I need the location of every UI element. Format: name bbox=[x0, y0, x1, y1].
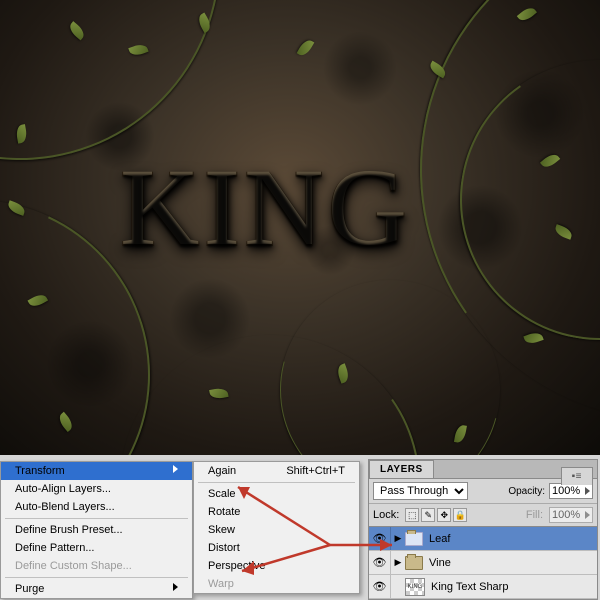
menu-item-scale[interactable]: Scale bbox=[194, 485, 359, 503]
tab-layers[interactable]: LAYERS bbox=[369, 460, 434, 478]
layer-row-leaf[interactable]: 👁 ▶ Leaf bbox=[369, 527, 597, 551]
layer-name: King Text Sharp bbox=[431, 581, 508, 593]
menu-item-distort[interactable]: Distort bbox=[194, 539, 359, 557]
menu-item-define-pattern[interactable]: Define Pattern... bbox=[1, 539, 192, 557]
menu-item-auto-align[interactable]: Auto-Align Layers... bbox=[1, 480, 192, 498]
menu-item-define-shape: Define Custom Shape... bbox=[1, 557, 192, 575]
layer-list: 👁 ▶ Leaf 👁 ▶ Vine 👁 KING King Text Sharp bbox=[369, 526, 597, 599]
submenu-arrow-icon bbox=[173, 465, 178, 473]
menu-item-transform[interactable]: Transform bbox=[1, 462, 192, 480]
submenu-arrow-icon bbox=[173, 583, 178, 591]
lock-all-icon[interactable]: 🔒 bbox=[453, 508, 467, 522]
document-canvas: KING bbox=[0, 0, 600, 455]
stepper-icon bbox=[585, 487, 590, 495]
lock-pixels-icon[interactable]: ✎ bbox=[421, 508, 435, 522]
visibility-toggle[interactable]: 👁 bbox=[369, 551, 391, 574]
lock-transparency-icon[interactable]: ⬚ bbox=[405, 508, 419, 522]
menu-item-auto-blend[interactable]: Auto-Blend Layers... bbox=[1, 498, 192, 516]
layer-name: Vine bbox=[429, 557, 451, 569]
layers-panel: LAYERS ▪≡ Pass Through Opacity: 100% Loc… bbox=[368, 459, 598, 600]
layer-row-vine[interactable]: 👁 ▶ Vine bbox=[369, 551, 597, 575]
folder-icon bbox=[405, 556, 423, 570]
transform-submenu: Again Shift+Ctrl+T Scale Rotate Skew Dist… bbox=[193, 461, 360, 594]
ui-overlay: Transform Auto-Align Layers... Auto-Blen… bbox=[0, 455, 600, 600]
panel-tabs: LAYERS ▪≡ bbox=[369, 460, 597, 478]
fill-input: 100% bbox=[549, 507, 593, 523]
lock-position-icon[interactable]: ✥ bbox=[437, 508, 451, 522]
menu-item-warp: Warp bbox=[194, 575, 359, 593]
king-text: KING bbox=[120, 145, 411, 272]
blend-mode-select[interactable]: Pass Through bbox=[373, 482, 468, 500]
layer-name: Leaf bbox=[429, 533, 450, 545]
menu-item-rotate[interactable]: Rotate bbox=[194, 503, 359, 521]
folder-icon bbox=[405, 532, 423, 546]
disclosure-triangle-icon[interactable]: ▶ bbox=[391, 557, 405, 568]
lock-label: Lock: bbox=[373, 509, 399, 521]
menu-item-again[interactable]: Again Shift+Ctrl+T bbox=[194, 462, 359, 480]
menu-item-skew[interactable]: Skew bbox=[194, 521, 359, 539]
menu-separator bbox=[198, 482, 355, 483]
menu-label: Purge bbox=[15, 583, 44, 595]
menu-label: Transform bbox=[15, 465, 65, 477]
layer-row-king-text[interactable]: 👁 KING King Text Sharp bbox=[369, 575, 597, 599]
panel-menu-icon[interactable]: ▪≡ bbox=[561, 467, 593, 485]
menu-separator bbox=[5, 518, 188, 519]
visibility-toggle[interactable]: 👁 bbox=[369, 575, 391, 598]
layer-thumbnail: KING bbox=[405, 578, 425, 596]
menu-item-perspective[interactable]: Perspective bbox=[194, 557, 359, 575]
menu-item-purge[interactable]: Purge bbox=[1, 580, 192, 598]
menu-shortcut: Shift+Ctrl+T bbox=[286, 465, 345, 477]
visibility-toggle[interactable]: 👁 bbox=[369, 527, 391, 550]
stepper-icon bbox=[585, 511, 590, 519]
fill-label: Fill: bbox=[526, 509, 543, 521]
lock-fill-row: Lock: ⬚✎✥🔒 Fill: 100% bbox=[369, 503, 597, 526]
menu-item-define-brush[interactable]: Define Brush Preset... bbox=[1, 521, 192, 539]
opacity-label: Opacity: bbox=[508, 486, 545, 497]
edit-menu: Transform Auto-Align Layers... Auto-Blen… bbox=[0, 461, 193, 599]
menu-label: Again bbox=[208, 465, 236, 477]
opacity-input[interactable]: 100% bbox=[549, 483, 593, 499]
menu-separator bbox=[5, 577, 188, 578]
disclosure-triangle-icon[interactable]: ▶ bbox=[391, 533, 405, 544]
lock-icons: ⬚✎✥🔒 bbox=[405, 508, 469, 522]
